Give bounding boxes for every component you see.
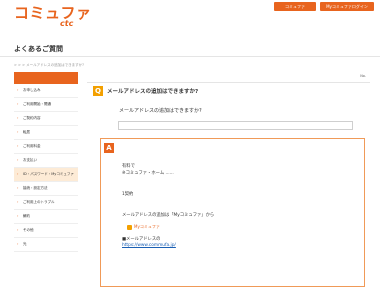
sidebar-item-label: その他 <box>23 228 34 232</box>
sidebar-item[interactable]: › ID・パスワード・Myコミュファ <box>14 168 78 182</box>
title-divider <box>0 56 380 57</box>
answer-box: A 有料で ※コミュファ・ホーム ...... 1契約 メールアドレスの追加は「… <box>100 138 365 287</box>
sidebar-item-label: ご利用開始・開通 <box>23 102 51 106</box>
sidebar-item-label: 接続・設定方法 <box>23 186 48 190</box>
chevron-right-icon: › <box>17 144 19 148</box>
sidebar-item[interactable]: › ご契約内容 <box>14 112 78 126</box>
answer-line: 1契約 <box>122 192 134 197</box>
sidebar: › お申し込み › ご利用開始・開通 › ご契約内容 › 転居 › ご利用料金 › お支払い… <box>14 72 78 252</box>
sidebar-item-label: ID・パスワード・Myコミュファ <box>23 172 74 176</box>
question-number: No. <box>360 74 366 78</box>
question-number-label: No. <box>360 74 366 78</box>
answer-line: ※コミュファ・ホーム ...... <box>122 171 174 176</box>
mycommufa-link[interactable]: Myコミュファ <box>127 224 160 230</box>
breadcrumb-current: メールアドレスの追加はできますか? <box>26 63 84 67</box>
question-divider <box>87 82 370 83</box>
sidebar-item-label: お申し込み <box>23 88 41 92</box>
faq-main: No. Q メールアドレスの追加はできますか? メールアドレスの追加はできますか… <box>87 72 370 287</box>
chevron-right-icon: › <box>17 172 19 176</box>
page-title: よくあるご質問 <box>14 45 63 53</box>
sidebar-item-label: 解約 <box>23 214 30 218</box>
chevron-right-icon: › <box>17 88 19 92</box>
question-title: メールアドレスの追加はできますか? <box>107 89 199 95</box>
chevron-right-icon: › <box>17 242 19 246</box>
chevron-right-icon: › <box>17 186 19 190</box>
category-line <box>118 121 353 130</box>
chevron-right-icon: › <box>17 214 19 218</box>
question-badge: Q <box>93 86 103 96</box>
sidebar-item[interactable]: › ご利用開始・開通 <box>14 98 78 112</box>
mycommufa-icon <box>127 224 132 230</box>
sidebar-item[interactable]: › 転居 <box>14 126 78 140</box>
ctc-brand: ctc <box>60 19 74 28</box>
sidebar-heading <box>14 72 78 84</box>
mycommufa-login-button[interactable]: Myコミュファログイン <box>320 2 374 11</box>
chevron-right-icon: › <box>17 200 19 204</box>
sidebar-item-label: お支払い <box>23 158 37 162</box>
answer-line: 有料で <box>122 164 135 169</box>
sidebar-item-label: 転居 <box>23 130 30 134</box>
mycommufa-label: Myコミュファ <box>134 224 160 229</box>
commufa-logo[interactable]: コミュファ ctc <box>14 4 92 29</box>
chevron-right-icon: › <box>17 102 19 106</box>
chevron-right-icon: › <box>17 158 19 162</box>
answer-line: メールアドレスの追加は「Myコミュファ」から <box>122 213 215 218</box>
chevron-right-icon: › <box>17 228 19 232</box>
answer-badge: A <box>104 143 114 153</box>
sidebar-item[interactable]: › 光 <box>14 238 78 252</box>
sidebar-item[interactable]: › お申し込み <box>14 84 78 98</box>
answer-line: ■メールアドレスの <box>122 237 161 242</box>
sidebar-item-label: 光 <box>23 242 27 246</box>
sidebar-item-label: ご契約内容 <box>23 116 41 120</box>
chevron-right-icon: › <box>17 130 19 134</box>
sidebar-item-label: ご利用料金 <box>23 144 41 148</box>
site-header: コミュファ ctc コミュファ Myコミュファログイン <box>0 0 380 30</box>
header-button-1[interactable]: コミュファ <box>274 2 316 11</box>
answer-url-link[interactable]: https://www.commufa.jp/ <box>122 243 176 248</box>
sidebar-item[interactable]: › お支払い <box>14 154 78 168</box>
logo-text: コミュファ <box>14 4 92 22</box>
sidebar-item[interactable]: › その他 <box>14 224 78 238</box>
sidebar-item-label: ご利用上のトラブル <box>23 200 55 204</box>
sidebar-item[interactable]: › ご利用料金 <box>14 140 78 154</box>
sidebar-item[interactable]: › 解約 <box>14 210 78 224</box>
breadcrumb: > > > メールアドレスの追加はできますか? <box>14 63 84 68</box>
chevron-right-icon: › <box>17 116 19 120</box>
sidebar-item[interactable]: › ご利用上のトラブル <box>14 196 78 210</box>
sidebar-item[interactable]: › 接続・設定方法 <box>14 182 78 196</box>
question-text: メールアドレスの追加はできますか? <box>119 108 202 114</box>
